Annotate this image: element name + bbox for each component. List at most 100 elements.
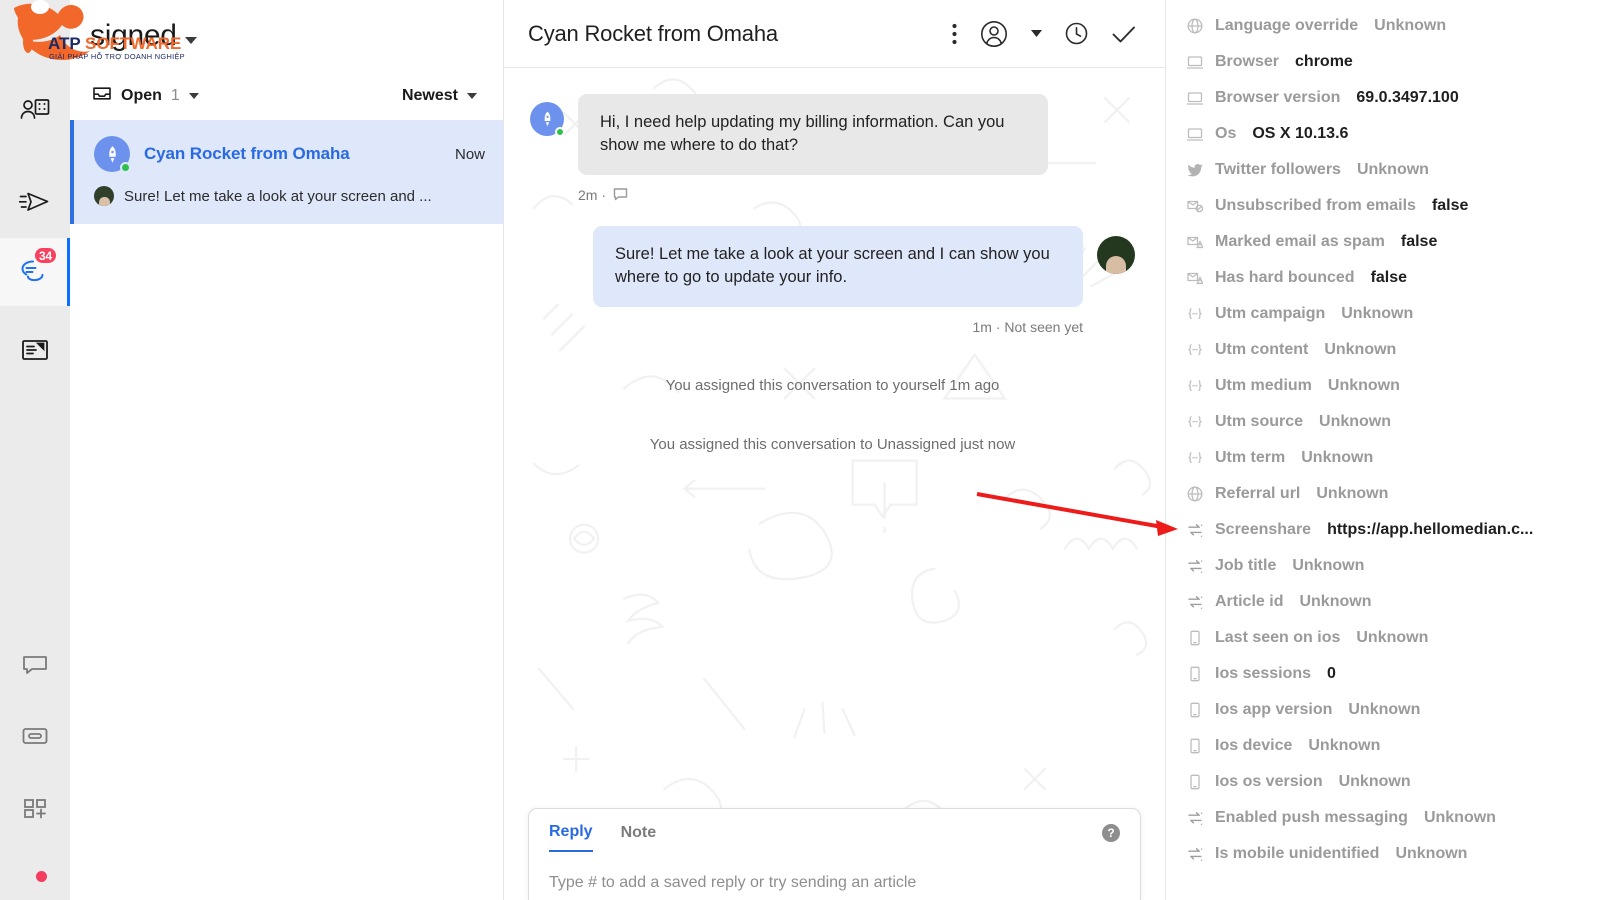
- app-root: 34 signed Open 1 Newest Cyan Rocket from…: [0, 0, 1600, 900]
- attribute-row[interactable]: Last seen on ios Unknown: [1180, 620, 1600, 656]
- attribute-label: Utm campaign: [1215, 305, 1326, 322]
- attribute-value: Unknown: [1299, 593, 1372, 610]
- conversation-list-item[interactable]: Cyan Rocket from Omaha Now Sure! Let me …: [70, 120, 503, 224]
- attribute-label: Is mobile unidentified: [1215, 845, 1380, 862]
- tab-note[interactable]: Note: [621, 824, 657, 851]
- conversation-preview: Sure! Let me take a look at your screen …: [94, 186, 485, 206]
- help-icon[interactable]: ?: [1102, 824, 1120, 842]
- attribute-value: Unknown: [1301, 449, 1374, 466]
- attribute-row[interactable]: Marked email as spam false: [1180, 224, 1600, 260]
- sidebar-item-messenger[interactable]: [0, 632, 70, 700]
- sidebar-item-inbox[interactable]: 34: [0, 238, 70, 306]
- conversation-name: Cyan Rocket from Omaha: [144, 144, 350, 163]
- attribute-value: Unknown: [1341, 305, 1414, 322]
- attribute-value: Unknown: [1308, 737, 1381, 754]
- attribute-label: Browser: [1215, 53, 1280, 70]
- attribute-label: Utm content: [1215, 341, 1309, 358]
- kebab-menu-icon[interactable]: [952, 23, 957, 45]
- state-filter-count: 1: [170, 87, 180, 104]
- attribute-row[interactable]: Is mobile unidentified Unknown: [1180, 836, 1600, 872]
- system-event: You assigned this conversation to yourse…: [665, 376, 1000, 394]
- tab-reply[interactable]: Reply: [549, 823, 593, 852]
- chevron-down-icon[interactable]: [467, 93, 477, 99]
- messages-container: Hi, I need help updating my billing info…: [504, 68, 1165, 453]
- composer-tabs: Reply Note ?: [549, 823, 1120, 852]
- reply-composer[interactable]: Reply Note ? Type # to add a saved reply…: [528, 808, 1141, 900]
- chevron-down-icon[interactable]: [184, 36, 197, 44]
- attribute-label: Referral url: [1215, 485, 1301, 502]
- attribute-row[interactable]: Os OS X 10.13.6: [1180, 116, 1600, 152]
- caret-down-icon[interactable]: [1031, 30, 1042, 37]
- check-icon[interactable]: [1111, 23, 1137, 45]
- attribute-row[interactable]: Twitter followers Unknown: [1180, 152, 1600, 188]
- conversation-list-panel: signed Open 1 Newest Cyan Rocket from Om…: [70, 0, 504, 900]
- attribute-row[interactable]: Utm campaign Unknown: [1180, 296, 1600, 332]
- attribute-row[interactable]: Utm term Unknown: [1180, 440, 1600, 476]
- phone-icon: [1186, 738, 1204, 754]
- sort-filter-label: Newest: [401, 87, 458, 104]
- apps-add-icon: [21, 796, 49, 825]
- attribute-label: Screenshare: [1215, 521, 1312, 538]
- attribute-row[interactable]: Ios os version Unknown: [1180, 764, 1600, 800]
- rocket-icon: [544, 111, 550, 127]
- attribute-row[interactable]: Article id Unknown: [1180, 584, 1600, 620]
- attribute-label: Job title: [1215, 557, 1277, 574]
- attribute-value: false: [1400, 233, 1438, 250]
- attribute-label: Marked email as spam: [1215, 233, 1385, 250]
- monitor-icon: [1186, 54, 1204, 70]
- sidebar-item-outbound[interactable]: [0, 170, 70, 238]
- attribute-label: Unsubscribed from emails: [1215, 197, 1416, 214]
- braces-icon: [1186, 306, 1204, 322]
- sidebar-item-contacts[interactable]: [0, 78, 70, 146]
- attribute-row[interactable]: Utm source Unknown: [1180, 404, 1600, 440]
- sort-filter[interactable]: Newest: [402, 87, 477, 105]
- attribute-value: Unknown: [1319, 413, 1392, 430]
- status-dot: [36, 871, 47, 882]
- inbox-title-bar[interactable]: signed: [70, 0, 503, 72]
- attribute-row[interactable]: Utm content Unknown: [1180, 332, 1600, 368]
- attribute-label: Utm term: [1215, 449, 1286, 466]
- attribute-value: Unknown: [1395, 845, 1468, 862]
- attribute-row[interactable]: Ios sessions 0: [1180, 656, 1600, 692]
- attribute-value: false: [1431, 197, 1469, 214]
- attribute-label: Os: [1215, 125, 1237, 142]
- attribute-row[interactable]: Enabled push messaging Unknown: [1180, 800, 1600, 836]
- attribute-row[interactable]: Utm medium Unknown: [1180, 368, 1600, 404]
- attribute-row[interactable]: Has hard bounced false: [1180, 260, 1600, 296]
- attribute-row[interactable]: Screenshare https://app.hellomedian.c...: [1180, 512, 1600, 548]
- chevron-down-icon[interactable]: [188, 93, 199, 99]
- article-icon: [21, 338, 49, 367]
- clock-icon[interactable]: [1064, 21, 1089, 46]
- attribute-row[interactable]: Browser version 69.0.3497.100: [1180, 80, 1600, 116]
- sidebar-item-cards[interactable]: [0, 704, 70, 772]
- attribute-row[interactable]: Unsubscribed from emails false: [1180, 188, 1600, 224]
- attribute-label: Article id: [1215, 593, 1284, 610]
- attribute-value: OS X 10.13.6: [1252, 125, 1349, 142]
- attribute-row[interactable]: Language override Unknown: [1180, 8, 1600, 44]
- attribute-value: Unknown: [1338, 773, 1411, 790]
- attribute-label: Browser version: [1215, 89, 1341, 106]
- reply-input-placeholder[interactable]: Type # to add a saved reply or try sendi…: [549, 874, 1120, 892]
- attribute-value: Unknown: [1374, 17, 1447, 34]
- conversation-timestamp: Now: [454, 145, 485, 163]
- exchange-icon: [1186, 522, 1204, 538]
- state-filter[interactable]: Open 1: [92, 85, 199, 107]
- phone-icon: [1186, 630, 1204, 646]
- attribute-row[interactable]: Browser chrome: [1180, 44, 1600, 80]
- sidebar-item-articles[interactable]: [0, 318, 70, 386]
- conversation-preview-text: Sure! Let me take a look at your screen …: [124, 187, 432, 205]
- monitor-icon: [1186, 90, 1204, 106]
- attribute-row[interactable]: Job title Unknown: [1180, 548, 1600, 584]
- attribute-row[interactable]: Ios device Unknown: [1180, 728, 1600, 764]
- sidebar-item-apps[interactable]: [0, 776, 70, 844]
- agent-avatar: [1097, 235, 1135, 274]
- message-timestamp: 2m ·: [578, 187, 606, 204]
- message-text: Sure! Let me take a look at your screen …: [593, 225, 1083, 307]
- attribute-row[interactable]: Ios app version Unknown: [1180, 692, 1600, 728]
- person-circle-icon[interactable]: [979, 19, 1009, 49]
- inbox-unread-badge: 34: [33, 246, 58, 265]
- attribute-row[interactable]: Referral url Unknown: [1180, 476, 1600, 512]
- twitter-icon: [1186, 162, 1204, 178]
- globe-icon: [1186, 486, 1204, 502]
- state-filter-label: Open: [121, 87, 162, 104]
